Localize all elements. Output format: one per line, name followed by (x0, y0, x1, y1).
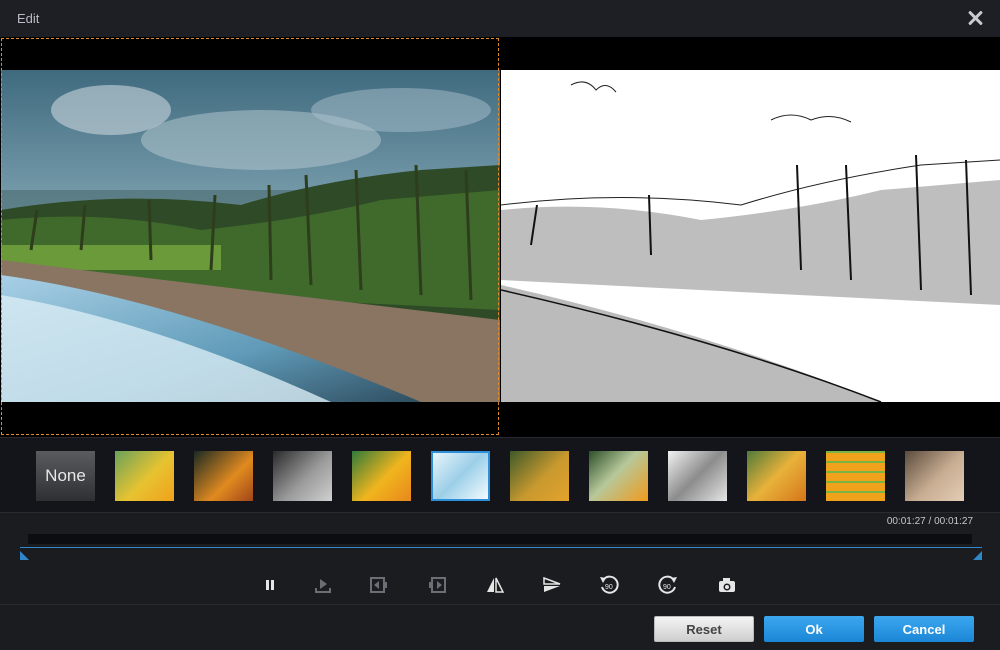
close-icon[interactable] (966, 9, 984, 27)
pause-icon[interactable] (259, 574, 281, 596)
filter-thumb-4[interactable] (352, 451, 411, 501)
filter-thumb-10[interactable] (826, 451, 885, 501)
ok-button[interactable]: Ok (764, 616, 864, 642)
trim-start-handle[interactable] (20, 551, 29, 560)
preview-area (0, 37, 1000, 437)
trim-end-handle[interactable] (973, 551, 982, 560)
window-title: Edit (17, 11, 40, 26)
timeline-range (20, 547, 982, 548)
reset-button[interactable]: Reset (654, 616, 754, 642)
filter-thumb-6[interactable] (510, 451, 569, 501)
time-display: 00:01:27 / 00:01:27 (886, 516, 973, 527)
play-segment-icon[interactable] (312, 574, 334, 596)
title-bar: Edit (0, 0, 1000, 37)
original-preview (1, 70, 500, 402)
sketch-image (501, 70, 1000, 402)
filter-thumb-11[interactable] (905, 451, 964, 501)
footer-divider (0, 604, 1000, 605)
filter-thumb-9[interactable] (747, 451, 806, 501)
timeline-track[interactable] (28, 534, 972, 544)
clip-start-icon[interactable] (368, 574, 390, 596)
filter-thumb-1[interactable] (115, 451, 174, 501)
beach-image (1, 70, 500, 402)
rotate-left-label: 90 (605, 584, 613, 591)
flip-horizontal-icon[interactable] (484, 574, 506, 596)
flip-vertical-icon[interactable] (541, 574, 563, 596)
filter-thumb-5[interactable] (431, 451, 490, 501)
filter-thumb-2[interactable] (194, 451, 253, 501)
filter-thumb-3[interactable] (273, 451, 332, 501)
rotate-right-90-icon[interactable]: 90 (657, 574, 679, 596)
rotate-left-90-icon[interactable]: 90 (598, 574, 620, 596)
filter-thumb-7[interactable] (589, 451, 648, 501)
filter-none[interactable]: None (36, 451, 95, 501)
filter-strip: None (0, 437, 1000, 513)
clip-end-icon[interactable] (426, 574, 448, 596)
rotate-right-label: 90 (663, 584, 671, 591)
cancel-button[interactable]: Cancel (874, 616, 974, 642)
filter-thumb-8[interactable] (668, 451, 727, 501)
filtered-preview (501, 70, 1000, 402)
snapshot-icon[interactable] (716, 574, 738, 596)
